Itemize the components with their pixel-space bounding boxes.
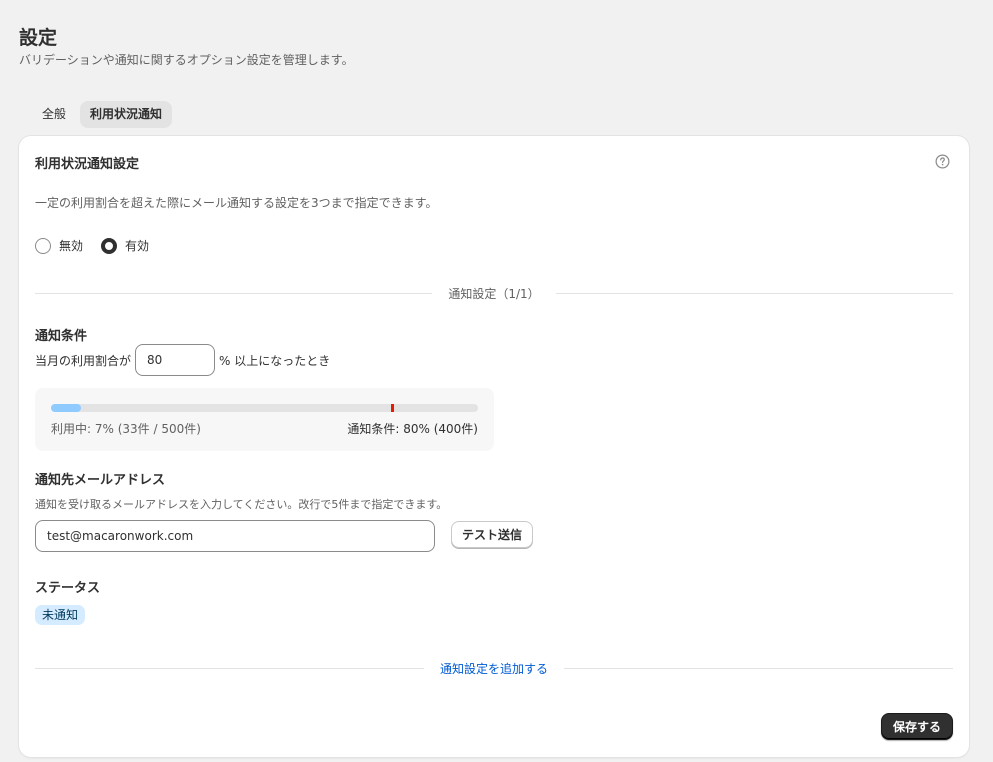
- email-field[interactable]: [35, 520, 435, 552]
- usage-progress-bar: [51, 404, 478, 412]
- status-title: ステータス: [35, 581, 101, 596]
- page-subtitle: バリデーションや通知に関するオプション設定を管理します。: [19, 53, 354, 67]
- radio-enabled-label: 有効: [125, 239, 150, 253]
- page-title: 設定: [19, 27, 58, 49]
- usage-notification-card: 利用状況通知設定 一定の利用割合を超えた際にメール通知する設定を3つまで指定でき…: [19, 136, 969, 757]
- tab-usage-notification[interactable]: 利用状況通知: [80, 101, 173, 128]
- radio-disabled-label: 無効: [59, 239, 84, 253]
- condition-title: 通知条件: [35, 329, 88, 344]
- radio-enabled[interactable]: [101, 237, 118, 254]
- divider-line: [35, 293, 433, 294]
- email-title: 通知先メールアドレス: [35, 473, 166, 488]
- usage-summary-box: 利用中: 7% (33件 / 500件) 通知条件: 80% (400件): [35, 388, 494, 451]
- email-description: 通知を受け取るメールアドレスを入力してください。改行で5件まで指定できます。: [35, 498, 448, 511]
- divider-line: [555, 293, 954, 294]
- notification-section-divider: 通知設定（1/1）: [35, 285, 954, 302]
- question-circle-icon[interactable]: [935, 154, 950, 169]
- save-button[interactable]: 保存する: [881, 713, 954, 740]
- usage-progress-fill: [51, 404, 81, 412]
- divider-line: [35, 668, 424, 669]
- radio-option-disabled[interactable]: 無効: [35, 237, 83, 254]
- condition-suffix: % 以上になったとき: [219, 353, 331, 368]
- divider-label: 通知設定（1/1）: [448, 287, 540, 301]
- test-send-button[interactable]: テスト送信: [451, 521, 534, 548]
- tab-general[interactable]: 全般: [32, 101, 76, 128]
- add-notification-setting-link[interactable]: 通知設定を追加する: [440, 660, 548, 677]
- card-title: 利用状況通知設定: [35, 157, 140, 172]
- tab-bar: 全般 利用状況通知: [32, 101, 173, 128]
- usage-threshold-label: 通知条件: 80% (400件): [347, 422, 478, 436]
- threshold-marker: [391, 404, 395, 412]
- radio-disabled[interactable]: [35, 237, 51, 254]
- divider-line: [564, 668, 954, 669]
- condition-row: 当月の利用割合が % 以上になったとき: [35, 344, 330, 376]
- condition-prefix: 当月の利用割合が: [35, 353, 132, 368]
- add-setting-divider: 通知設定を追加する: [35, 660, 954, 677]
- enable-radio-group: 無効 有効: [35, 237, 157, 254]
- usage-current-label: 利用中: 7% (33件 / 500件): [51, 422, 201, 436]
- card-description: 一定の利用割合を超えた際にメール通知する設定を3つまで指定できます。: [35, 196, 438, 210]
- radio-option-enabled[interactable]: 有効: [101, 237, 149, 254]
- status-badge: 未通知: [35, 605, 86, 625]
- threshold-input[interactable]: [135, 344, 216, 376]
